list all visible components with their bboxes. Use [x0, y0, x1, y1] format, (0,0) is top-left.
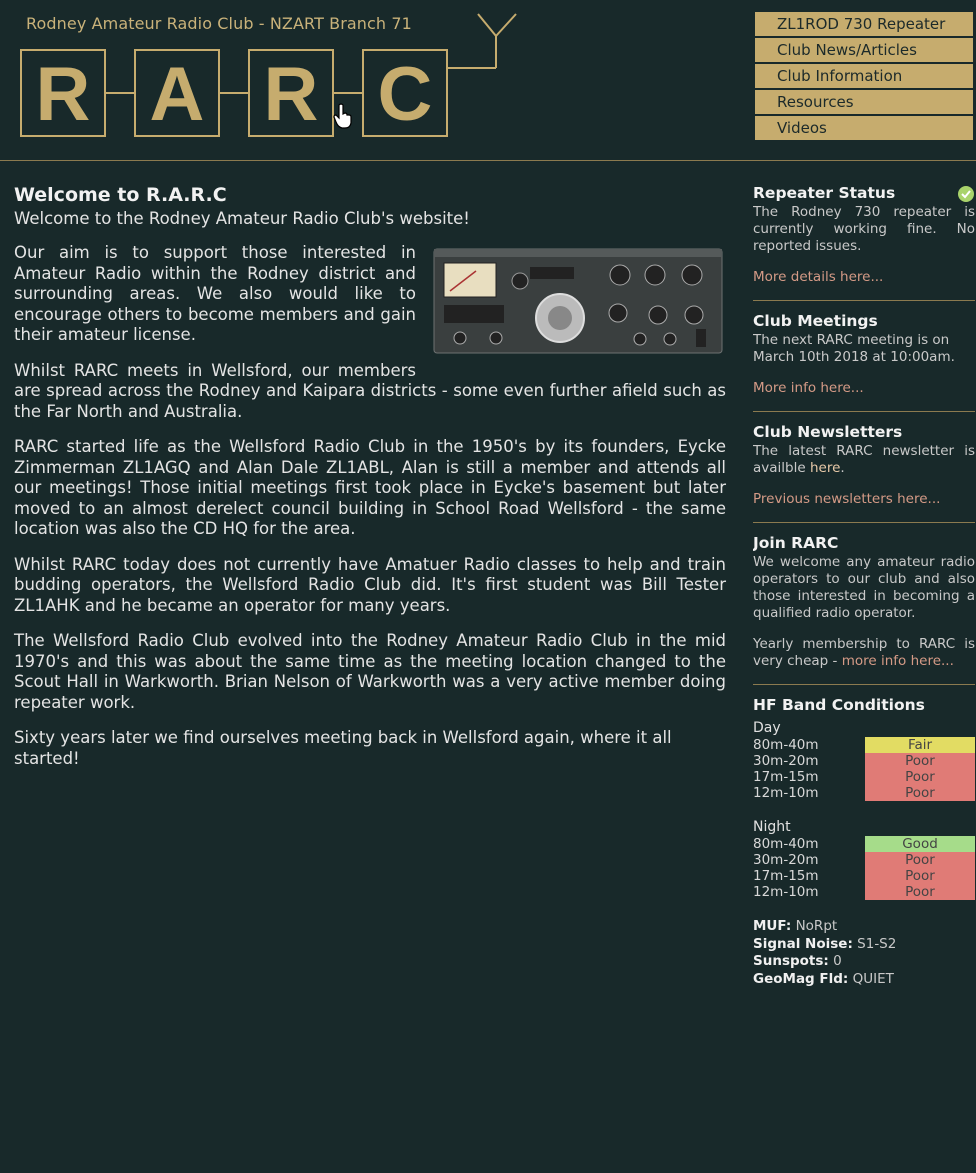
repeater-status-section: Repeater Status The Rodney 730 repeater … — [753, 185, 975, 286]
band-status: Poor — [865, 769, 975, 785]
sidebar-divider — [753, 300, 975, 301]
classes-paragraph: Whilst RARC today does not currently hav… — [14, 554, 726, 615]
repeater-status-text: The Rodney 730 repeater is currently wor… — [753, 204, 975, 254]
site-header: R A R C Rodney Amateur Radio Club - NZAR… — [0, 0, 976, 160]
band-label: 17m-15m — [753, 769, 819, 785]
band-status: Poor — [865, 868, 975, 884]
stat-label: GeoMag Fld: — [753, 970, 849, 987]
stat-row: GeoMag Fld: QUIET — [753, 971, 975, 989]
logo-letter: R — [36, 52, 91, 137]
main-nav: ZL1ROD 730 Repeater Club News/Articles C… — [755, 12, 973, 142]
stat-value: NoRpt — [795, 918, 838, 934]
stat-row: MUF: NoRpt — [753, 918, 975, 936]
logo-letter: R — [264, 52, 319, 137]
newsletter-here-link[interactable]: here — [810, 460, 840, 476]
stat-value: 0 — [833, 953, 842, 969]
newsletters-title: Club Newsletters — [753, 423, 903, 441]
radio-transceiver-image — [430, 243, 726, 359]
stat-label: Sunspots: — [753, 953, 829, 969]
night-label: Night — [753, 819, 791, 835]
stat-row: Sunspots: 0 — [753, 953, 975, 971]
band-label: 12m-10m — [753, 785, 819, 801]
members-paragraph: Whilst RARC meets in Wellsford, our memb… — [14, 360, 726, 421]
intro-text: Welcome to the Rodney Amateur Radio Club… — [14, 208, 470, 228]
band-row: 80m-40m Good — [753, 836, 975, 852]
solar-stats: MUF: NoRpt Signal Noise: S1-S2 Sunspots:… — [753, 918, 975, 988]
join-title: Join RARC — [753, 534, 839, 552]
band-status: Poor — [865, 785, 975, 801]
page-title: Welcome to R.A.R.C — [14, 184, 227, 206]
band-label: 30m-20m — [753, 852, 819, 868]
band-label: 17m-15m — [753, 868, 819, 884]
band-row: 30m-20m Poor — [753, 852, 975, 868]
band-row: 30m-20m Poor — [753, 753, 975, 769]
band-row: 12m-10m Poor — [753, 785, 975, 801]
logo-letter: A — [150, 52, 205, 137]
sidebar-divider — [753, 522, 975, 523]
repeater-status-title: Repeater Status — [753, 185, 896, 202]
band-label: 80m-40m — [753, 737, 819, 753]
band-row: 17m-15m Poor — [753, 769, 975, 785]
meetings-text: The next RARC meeting is on March 10th 2… — [753, 332, 955, 365]
band-status: Good — [865, 836, 975, 852]
band-label: 12m-10m — [753, 884, 819, 900]
meetings-info-link[interactable]: More info here... — [753, 380, 864, 396]
repeater-details-link[interactable]: More details here... — [753, 269, 883, 285]
history-paragraph: RARC started life as the Wellsford Radio… — [14, 437, 726, 538]
nav-item-news[interactable]: Club News/Articles — [755, 38, 973, 64]
join-text: We welcome any amateur radio operators t… — [753, 554, 975, 621]
band-row: 17m-15m Poor — [753, 868, 975, 884]
band-status: Poor — [865, 852, 975, 868]
membership-info-link[interactable]: more info here... — [842, 653, 954, 669]
newsletters-text-a: The latest RARC newsletter is availble — [753, 443, 975, 476]
header-divider — [0, 160, 976, 161]
sidebar: Repeater Status The Rodney 730 repeater … — [753, 185, 975, 988]
day-label: Day — [753, 720, 781, 736]
check-circle-icon — [958, 186, 974, 202]
membership-text: Yearly membership to RARC is very cheap … — [753, 636, 975, 670]
day-band-table: 80m-40m Fair 30m-20m Poor 17m-15m Poor 12m-… — [753, 737, 975, 801]
stat-value: QUIET — [852, 970, 894, 987]
hf-title: HF Band Conditions — [753, 696, 925, 714]
band-row: 12m-10m Poor — [753, 884, 975, 900]
stat-label: MUF: — [753, 918, 792, 934]
band-label: 80m-40m — [753, 836, 819, 852]
nav-item-resources[interactable]: Resources — [755, 90, 973, 116]
meetings-title: Club Meetings — [753, 312, 878, 330]
band-status: Poor — [865, 884, 975, 900]
band-status: Fair — [865, 737, 975, 753]
nav-item-club-info[interactable]: Club Information — [755, 64, 973, 90]
site-tagline: Rodney Amateur Radio Club - NZART Branch… — [26, 14, 412, 33]
band-row: 80m-40m Fair — [753, 737, 975, 753]
main-content: Welcome to R.A.R.C Welcome to the Rodney… — [14, 185, 726, 784]
stat-label: Signal Noise: — [753, 935, 853, 952]
closing-paragraph: Sixty years later we find ourselves meet… — [14, 728, 672, 768]
band-status: Poor — [865, 753, 975, 769]
stat-row: Signal Noise: S1-S2 — [753, 936, 975, 954]
nav-item-repeater[interactable]: ZL1ROD 730 Repeater — [755, 12, 973, 38]
previous-newsletters-link[interactable]: Previous newsletters here... — [753, 491, 940, 507]
evolution-paragraph: The Wellsford Radio Club evolved into th… — [14, 631, 726, 712]
hand-cursor-icon — [333, 103, 352, 129]
nav-item-videos[interactable]: Videos — [755, 116, 973, 142]
sidebar-divider — [753, 411, 975, 412]
sidebar-divider — [753, 684, 975, 685]
newsletters-text: The latest RARC newsletter is availble h… — [753, 443, 975, 477]
stat-value: S1-S2 — [857, 935, 897, 952]
newsletters-text-b: . — [840, 460, 845, 476]
logo-letter: C — [378, 52, 433, 137]
band-label: 30m-20m — [753, 753, 819, 769]
night-band-table: 80m-40m Good 30m-20m Poor 17m-15m Poor 12m-… — [753, 836, 975, 900]
